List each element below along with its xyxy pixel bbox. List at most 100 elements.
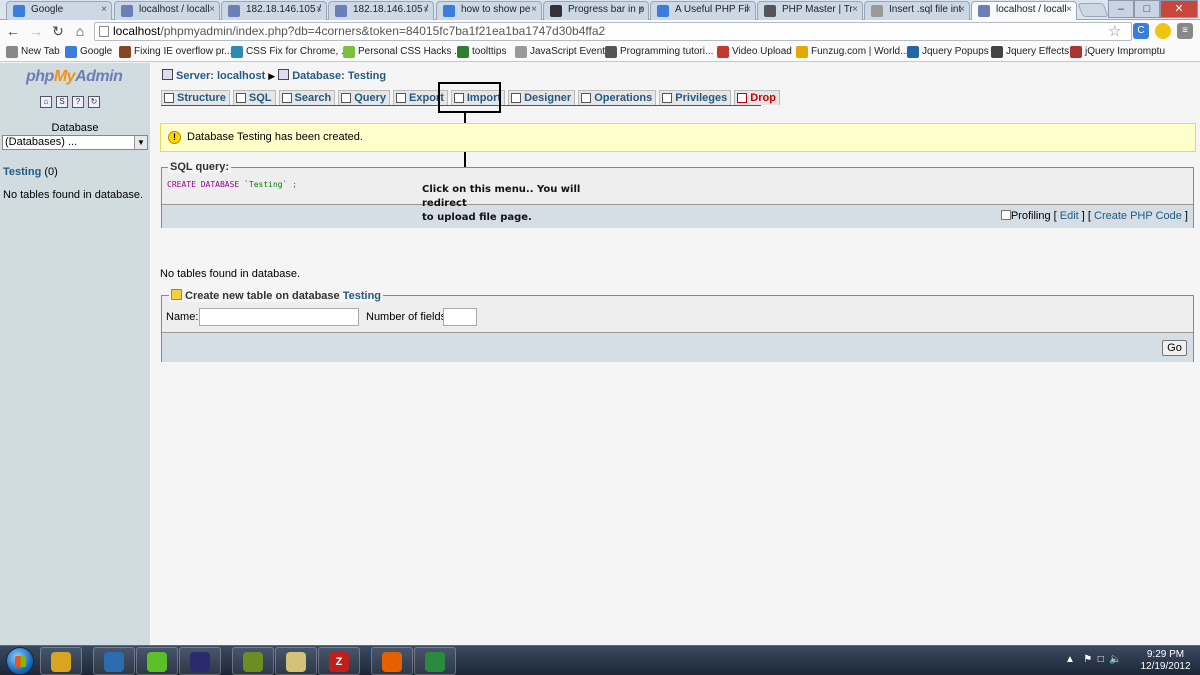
breadcrumb-server[interactable]: Server: localhost — [176, 70, 265, 82]
bookmark-item[interactable]: Video Upload — [716, 45, 792, 59]
number-of-fields-input[interactable] — [443, 308, 477, 326]
db-link-testing[interactable]: Testing — [3, 166, 41, 178]
tab-drop[interactable]: Drop — [734, 90, 780, 105]
start-button[interactable] — [6, 647, 34, 675]
address-bar[interactable]: localhost/phpmyadmin/index.php?db=4corne… — [94, 22, 1132, 41]
bookmark-item[interactable]: Funzug.com | World... — [795, 45, 908, 59]
query-window-icon[interactable]: ? — [72, 96, 84, 108]
bookmark-item[interactable]: Fixing IE overflow pr... — [118, 45, 232, 59]
tab-structure[interactable]: Structure — [161, 90, 230, 105]
browser-tab[interactable]: A Useful PHP Fil × — [650, 1, 756, 20]
maximize-button[interactable]: □ — [1134, 0, 1160, 18]
taskbar-app[interactable] — [179, 647, 221, 675]
export-icon — [396, 93, 407, 103]
taskbar-app[interactable] — [136, 647, 178, 675]
create-table-db-link[interactable]: Testing — [343, 290, 381, 302]
tab-sql[interactable]: SQL — [232, 90, 276, 105]
bookmark-item[interactable]: Jquery Effects — [990, 45, 1069, 59]
forward-icon[interactable]: → — [27, 22, 45, 40]
explorer-icon — [51, 652, 71, 672]
db-tree-item: Testing (0) — [3, 166, 58, 178]
close-icon[interactable]: × — [745, 4, 751, 15]
create-php-code-link[interactable]: Create PHP Code — [1094, 210, 1182, 222]
taskbar-app[interactable] — [232, 647, 274, 675]
bookmark-item[interactable]: Programming tutori... — [604, 45, 713, 59]
sql-icon[interactable]: S — [56, 96, 68, 108]
taskbar-app[interactable]: Z — [318, 647, 360, 675]
new-tab-button[interactable] — [1077, 3, 1109, 17]
database-select[interactable]: (Databases) ... ▼ — [2, 135, 148, 150]
taskbar-app[interactable] — [40, 647, 82, 675]
tab-designer[interactable]: Designer — [508, 90, 576, 105]
tab-search[interactable]: Search — [278, 90, 336, 105]
close-icon[interactable]: × — [959, 4, 965, 15]
close-window-button[interactable]: ✕ — [1160, 0, 1198, 18]
bookmark-item[interactable]: jQuery Impromptu — [1069, 45, 1165, 59]
bookmark-star-icon[interactable]: ☆ — [1108, 22, 1121, 40]
bookmark-item[interactable]: Jquery Popups — [906, 45, 989, 59]
close-icon[interactable]: × — [101, 4, 107, 15]
extension-icon[interactable]: C — [1133, 23, 1149, 39]
browser-tab-title: how to show pe — [461, 4, 531, 15]
close-icon[interactable]: × — [1066, 4, 1072, 15]
bookmark-item[interactable]: New Tab — [5, 45, 60, 59]
bookmark-item[interactable]: JavaScript Events — [514, 45, 610, 59]
taskbar-app[interactable] — [275, 647, 317, 675]
home-icon[interactable]: ⌂ — [40, 96, 52, 108]
url-path: /phpmyadmin/index.php?db=4corners&token=… — [160, 24, 606, 38]
system-clock[interactable]: 9:29 PM 12/19/2012 — [1138, 649, 1193, 673]
close-icon[interactable]: × — [638, 4, 644, 15]
browser-tab[interactable]: 182.18.146.105 /× — [328, 1, 434, 20]
bookmark-item[interactable]: CSS Fix for Chrome, ... — [230, 45, 349, 59]
taskbar-app[interactable] — [414, 647, 456, 675]
sql-query-footer: Profiling [ Edit ] [ Create PHP Code ] — [162, 204, 1193, 228]
bookmark-favicon-icon — [6, 46, 18, 58]
wrench-icon[interactable]: ≡ — [1177, 23, 1193, 39]
bookmark-favicon-icon — [343, 46, 355, 58]
home-icon[interactable]: ⌂ — [71, 22, 89, 40]
sql-query-box: SQL query: CREATE DATABASE `Testing` ; P… — [161, 161, 1194, 228]
phpmyadmin-logo[interactable]: phpMyAdmin — [26, 68, 123, 86]
breadcrumb-database[interactable]: Database: Testing — [292, 70, 386, 82]
action-center-flag-icon[interactable]: ⚑ — [1083, 654, 1092, 665]
browser-tab[interactable]: PHP Master | Tr × — [757, 1, 863, 20]
bookmark-item[interactable]: toolttips — [456, 45, 506, 59]
close-icon[interactable]: × — [423, 4, 429, 15]
taskbar-app[interactable] — [93, 647, 135, 675]
taskbar-app[interactable] — [371, 647, 413, 675]
reload-icon[interactable]: ↻ — [49, 22, 67, 40]
browser-tab[interactable]: Insert .sql file int × — [864, 1, 970, 20]
bookmark-item[interactable]: Personal CSS Hacks ... — [342, 45, 462, 59]
network-icon[interactable]: □ — [1098, 654, 1104, 665]
back-icon[interactable]: ← — [4, 22, 22, 40]
browser-tab[interactable]: localhost / locall × — [114, 1, 220, 20]
chevron-down-icon[interactable]: ▼ — [134, 136, 147, 149]
browser-tab[interactable]: how to show pe × — [436, 1, 542, 20]
browser-tab[interactable]: Google × — [6, 1, 112, 20]
go-button[interactable]: Go — [1162, 340, 1187, 356]
browser-tab-title: Google — [31, 4, 64, 15]
tab-operations[interactable]: Operations — [578, 90, 657, 105]
lightbulb-icon[interactable] — [1155, 23, 1171, 39]
close-icon[interactable]: × — [531, 4, 537, 15]
volume-muted-icon[interactable]: 🔈 — [1109, 654, 1121, 665]
close-icon[interactable]: × — [209, 4, 215, 15]
close-icon[interactable]: × — [852, 4, 858, 15]
profiling-checkbox[interactable] — [1000, 210, 1011, 220]
tab-query[interactable]: Query — [338, 90, 391, 105]
bookmark-favicon-icon — [65, 46, 77, 58]
bookmark-item[interactable]: Google — [64, 45, 112, 59]
filezilla-icon: Z — [329, 652, 349, 672]
profiling-label: Profiling — [1010, 210, 1051, 222]
reload-icon[interactable]: ↻ — [88, 96, 100, 108]
edit-link[interactable]: Edit — [1060, 210, 1079, 222]
notepad-icon — [286, 652, 306, 672]
minimize-button[interactable]: – — [1108, 0, 1134, 18]
browser-tab[interactable]: localhost / locall × — [971, 1, 1077, 21]
browser-tab[interactable]: Progress bar in p × — [543, 1, 649, 20]
tab-privileges[interactable]: Privileges — [659, 90, 732, 105]
close-icon[interactable]: × — [316, 4, 322, 15]
table-name-input[interactable] — [199, 308, 359, 326]
show-hidden-icons-icon[interactable]: ▲ — [1065, 654, 1075, 665]
browser-tab[interactable]: 182.18.146.105 /× — [221, 1, 327, 20]
